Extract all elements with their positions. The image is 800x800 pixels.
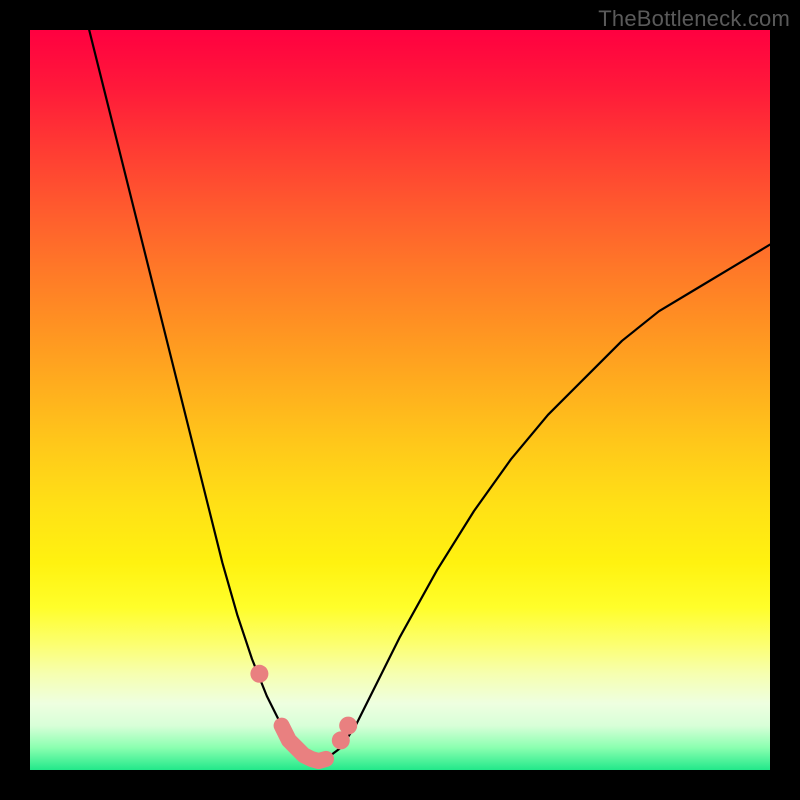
curve-svg: [30, 30, 770, 770]
highlight-dots: [250, 665, 357, 750]
chart-frame: TheBottleneck.com: [0, 0, 800, 800]
highlight-dot-right-2: [339, 717, 357, 735]
plot-area: [30, 30, 770, 770]
highlight-segment: [282, 726, 326, 762]
watermark-text: TheBottleneck.com: [598, 6, 790, 32]
highlight-dot-left: [250, 665, 268, 683]
bottleneck-curve-path: [89, 30, 770, 761]
